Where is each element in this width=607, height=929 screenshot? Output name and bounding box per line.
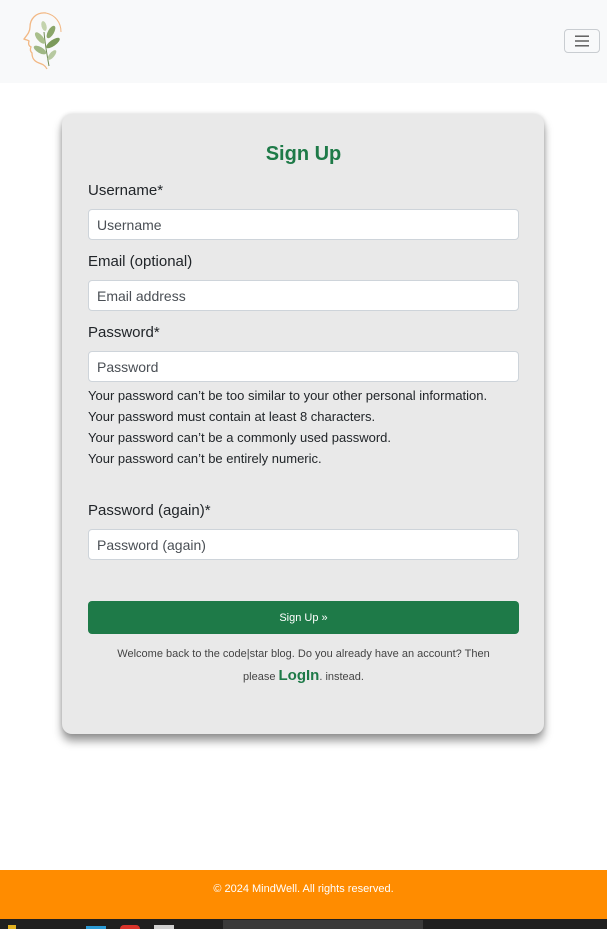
email-label: Email (optional) (88, 253, 193, 270)
password-input[interactable] (88, 351, 519, 382)
password-again-input[interactable] (88, 529, 519, 560)
password-again-label: Password (again)* (88, 502, 211, 519)
password-help-list: Your password can’t be too similar to yo… (88, 385, 488, 469)
taskbar (0, 919, 607, 929)
username-label: Username* (88, 182, 164, 199)
navbar (0, 0, 607, 83)
taskbar-app-icon[interactable] (8, 925, 16, 929)
email-input[interactable] (88, 280, 519, 311)
page-title: Sign Up (265, 143, 342, 165)
login-note-suffix: . instead. (319, 671, 364, 683)
taskbar-search-box[interactable] (223, 920, 423, 929)
username-input[interactable] (88, 209, 519, 240)
login-link[interactable]: LogIn (279, 667, 320, 684)
password-label: Password* (88, 324, 160, 341)
taskbar-app-icon[interactable] (120, 925, 140, 929)
footer: © 2024 MindWell. All rights reserved. (0, 870, 607, 919)
navbar-toggler-button[interactable] (564, 29, 600, 53)
signup-button[interactable]: Sign Up » (88, 601, 519, 634)
hamburger-menu-icon (575, 35, 589, 47)
footer-copyright: © 2024 MindWell. All rights reserved. (213, 883, 394, 895)
login-note: Welcome back to the code|star blog. Do y… (100, 644, 507, 688)
password-help-item: Your password can’t be entirely numeric. (88, 451, 322, 466)
taskbar-app-icon[interactable] (154, 925, 174, 929)
password-help-item: Your password must contain at least 8 ch… (88, 409, 376, 424)
leaf-face-logo-icon (23, 12, 62, 70)
password-help-item: Your password can’t be too similar to yo… (88, 388, 488, 403)
password-help-item: Your password can’t be a commonly used p… (88, 430, 392, 445)
